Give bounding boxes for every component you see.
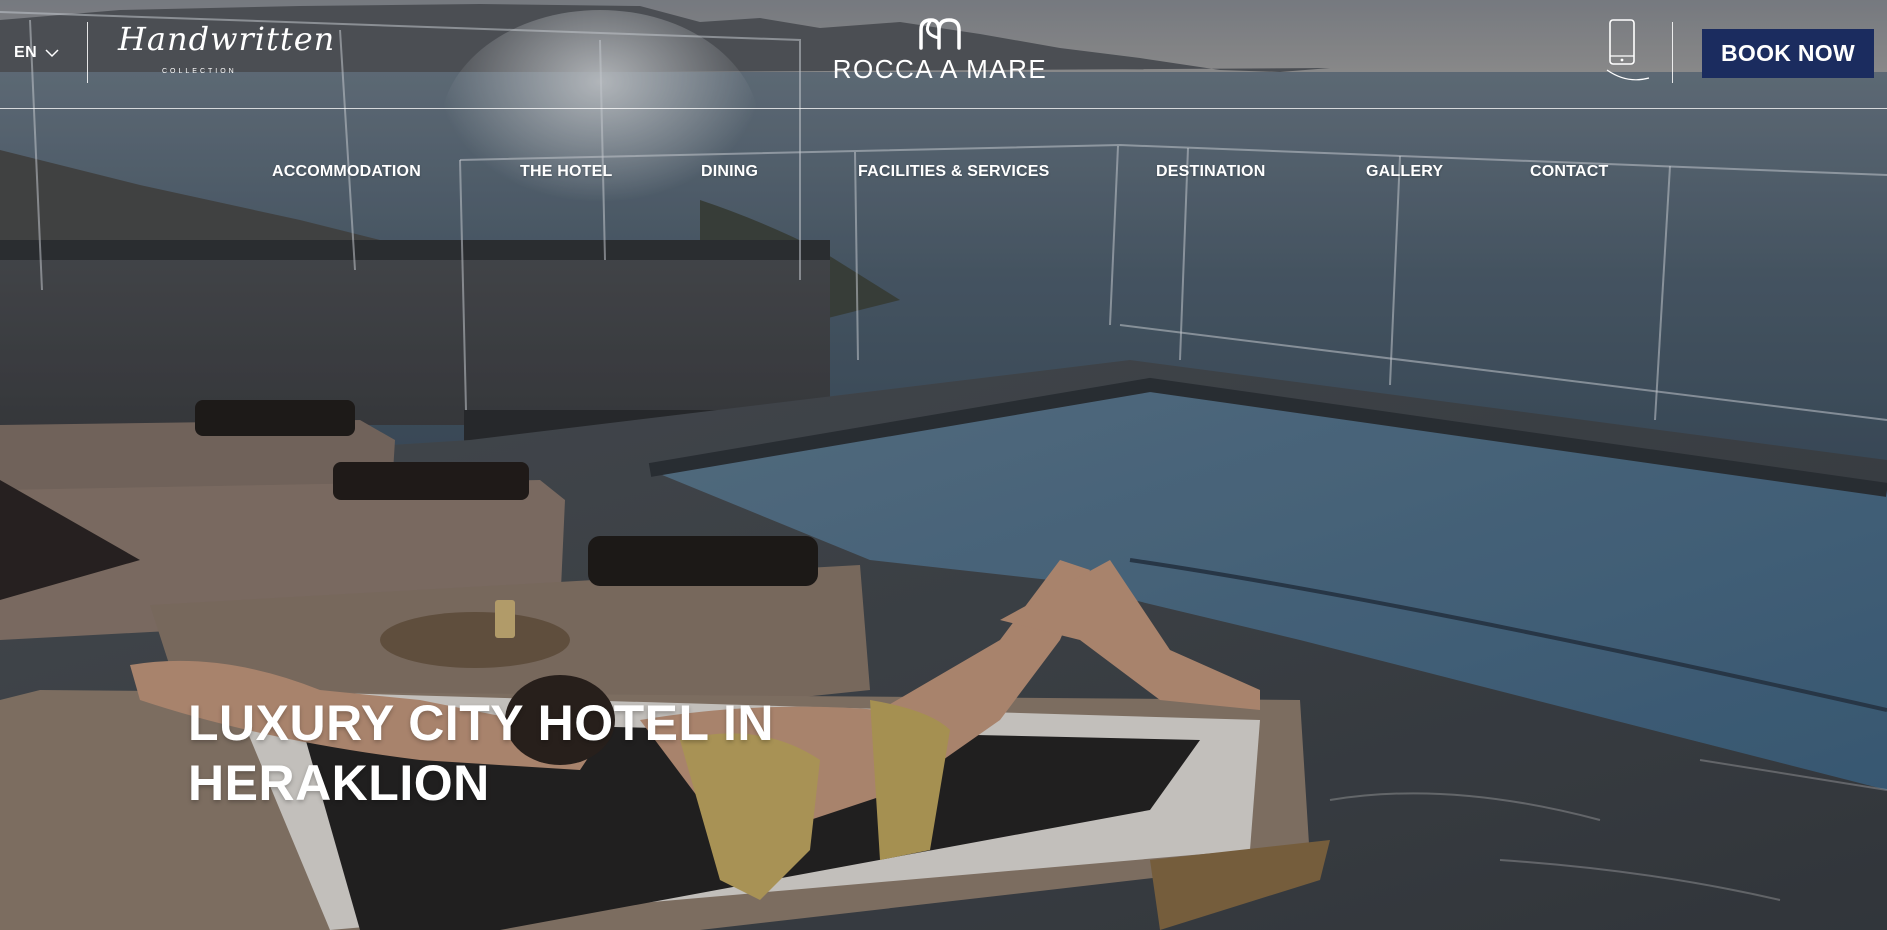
- header-divider-right: [1672, 22, 1673, 83]
- main-navigation: ACCOMMODATION THE HOTEL DINING FACILITIE…: [0, 163, 1887, 187]
- hero-headline: LUXURY CITY HOTEL IN HERAKLION: [188, 693, 774, 813]
- handwritten-tagline: COLLECTION: [162, 68, 237, 75]
- nav-item-destination[interactable]: DESTINATION: [1156, 163, 1265, 181]
- nav-item-gallery[interactable]: GALLERY: [1366, 163, 1443, 181]
- rm-monogram-icon: [919, 18, 961, 50]
- nav-item-facilities-services[interactable]: FACILITIES & SERVICES: [858, 163, 1050, 181]
- chevron-down-icon: [45, 49, 59, 58]
- language-selector[interactable]: EN: [14, 44, 59, 62]
- header-rule: [0, 108, 1887, 109]
- language-label: EN: [14, 44, 38, 61]
- nav-item-accommodation[interactable]: ACCOMMODATION: [272, 163, 421, 181]
- brand-name: ROCCA A MARE: [832, 54, 1048, 84]
- hero-headline-line1: LUXURY CITY HOTEL IN: [188, 695, 775, 751]
- nav-item-the-hotel[interactable]: THE HOTEL: [520, 163, 612, 181]
- nav-item-dining[interactable]: DINING: [701, 163, 758, 181]
- site-header: EN Handwritten COLLECTION ROCCA A MARE B…: [0, 0, 1887, 109]
- book-now-button[interactable]: BOOK NOW: [1702, 29, 1874, 78]
- mobile-phone-icon[interactable]: [1605, 18, 1651, 82]
- brand-logo[interactable]: ROCCA A MARE: [830, 16, 1050, 85]
- handwritten-script: Handwritten: [118, 20, 336, 58]
- hero-headline-line2: HERAKLION: [188, 755, 490, 811]
- handwritten-collection-logo[interactable]: Handwritten COLLECTION: [118, 18, 334, 80]
- header-divider: [87, 22, 88, 83]
- nav-item-contact[interactable]: CONTACT: [1530, 163, 1608, 181]
